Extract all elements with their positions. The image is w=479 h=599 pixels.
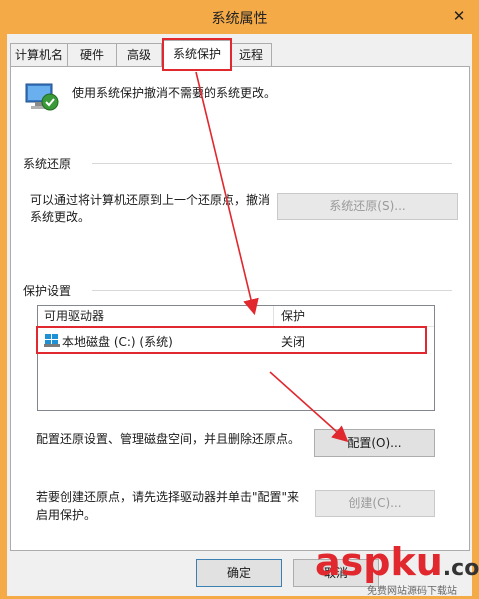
watermark-brand: aspku	[315, 540, 443, 584]
arrow-drive-to-configure	[269, 371, 349, 443]
watermark-subtitle: 免费网站源码下载站	[367, 586, 457, 597]
annotation-arrows	[195, 71, 349, 443]
arrow-tab-to-drive	[195, 71, 259, 316]
aspku-watermark-logo: aspku.com	[315, 540, 479, 584]
watermark-tld: .com	[442, 556, 479, 581]
highlight-box-tab	[162, 38, 232, 71]
system-properties-window: 系统属性 ✕ 计算机名 硬件 高级 系统保护 远程 使用系统保护撤消不需要的系统…	[0, 0, 479, 599]
